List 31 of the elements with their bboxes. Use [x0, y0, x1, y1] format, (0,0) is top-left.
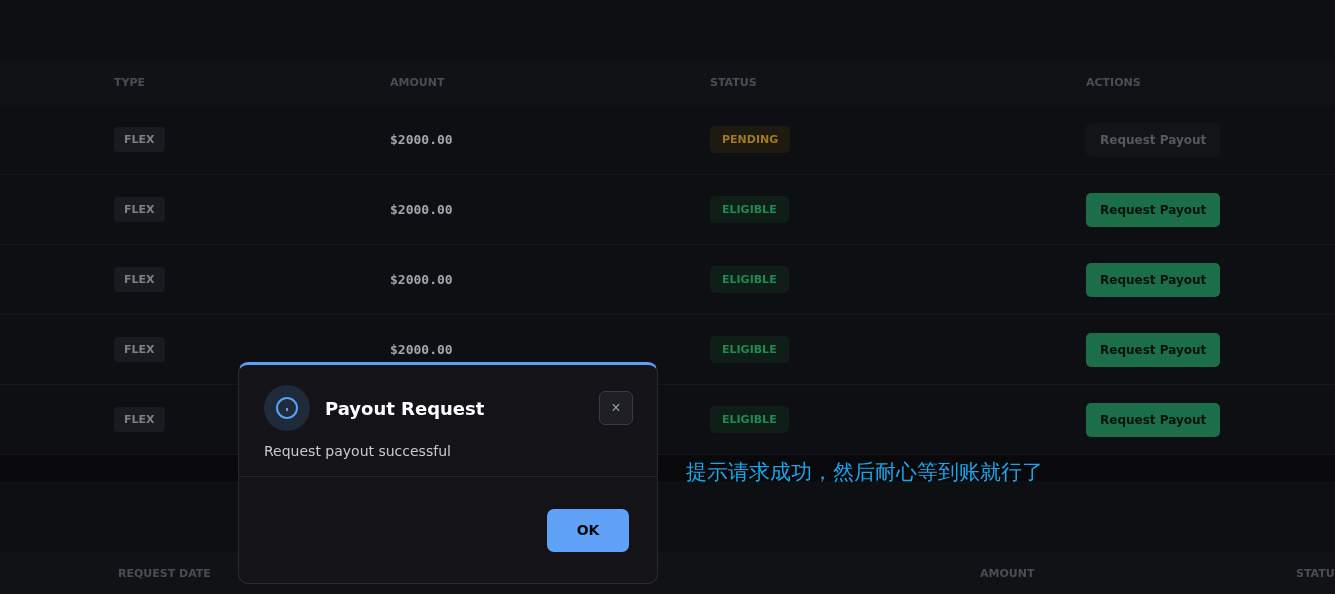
column-header: AMOUNT [390, 76, 445, 89]
column-header: AMOUNT [980, 566, 1035, 580]
amount-text: $2000.00 [390, 132, 453, 147]
amount-text: $2000.00 [390, 202, 453, 217]
type-tag: FLEX [114, 407, 165, 432]
request-payout-button[interactable]: Request Payout [1086, 192, 1221, 227]
column-header: ACTIONS [1086, 76, 1141, 89]
status-badge: PENDING [710, 126, 791, 153]
request-payout-button[interactable]: Request Payout [1086, 262, 1221, 297]
status-badge: ELIGIBLE [710, 196, 789, 223]
request-payout-button[interactable]: Request Payout [1086, 332, 1221, 367]
dialog-title: Payout Request [325, 397, 486, 419]
status-badge: ELIGIBLE [710, 336, 789, 363]
ok-button[interactable]: OK [547, 508, 629, 552]
column-header: REQUEST DATE [118, 566, 211, 580]
amount-text: $2000.00 [390, 272, 453, 287]
request-payout-button[interactable]: Request Payout [1086, 402, 1221, 437]
type-tag: FLEX [114, 197, 165, 222]
column-header: STATU [1296, 566, 1335, 580]
info-icon [264, 385, 310, 431]
annotation-text: 提示请求成功，然后耐心等到账就行了 [686, 459, 1043, 486]
status-badge: ELIGIBLE [710, 266, 789, 293]
column-header: TYPE [114, 76, 146, 89]
amount-text: $2000.00 [390, 342, 453, 357]
close-button[interactable]: × [599, 391, 633, 425]
dialog-message: Request payout successful [264, 443, 452, 461]
type-tag: FLEX [114, 127, 165, 152]
type-tag: FLEX [114, 267, 165, 292]
type-tag: FLEX [114, 337, 165, 362]
column-header: STATUS [710, 76, 757, 89]
status-badge: ELIGIBLE [710, 406, 789, 433]
